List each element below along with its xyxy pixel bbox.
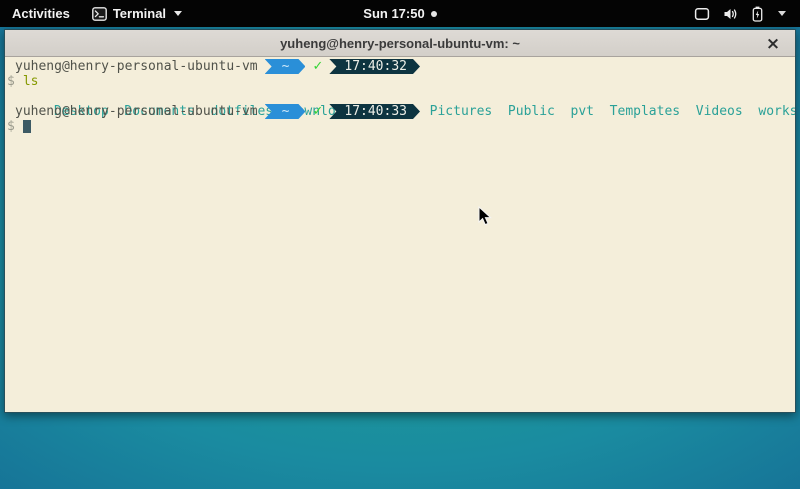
typed-command: ls	[23, 74, 39, 89]
status-check-icon: ✓	[312, 104, 323, 119]
prompt-time-segment: 17:40:33	[329, 104, 420, 119]
display-icon	[694, 7, 710, 21]
prompt-user-host: yuheng@henry-personal-ubuntu-vm	[7, 104, 258, 119]
system-tray-button[interactable]	[686, 0, 794, 27]
shell-prompt-symbol: $	[7, 74, 15, 89]
ls-output-line: Desktop Documents dotfiles Downloads Mus…	[7, 89, 793, 104]
app-menu-label: Terminal	[113, 6, 166, 21]
prompt-user-host: yuheng@henry-personal-ubuntu-vm	[7, 59, 258, 74]
terminal-window: yuheng@henry-personal-ubuntu-vm: ~ × yuh…	[4, 29, 796, 413]
notification-dot	[431, 11, 437, 17]
close-button[interactable]: ×	[761, 30, 785, 57]
prompt-time-segment: 17:40:32	[329, 59, 420, 74]
terminal-screen[interactable]: yuheng@henry-personal-ubuntu-vm ~ ✓ 17:4…	[5, 57, 795, 412]
prompt-line-1: yuheng@henry-personal-ubuntu-vm ~ ✓ 17:4…	[7, 59, 793, 74]
command-line: $ ls	[7, 74, 793, 89]
status-check-icon: ✓	[312, 59, 323, 74]
volume-icon	[723, 7, 739, 21]
top-bar: Activities Terminal Sun 17:50	[0, 0, 800, 27]
window-titlebar[interactable]: yuheng@henry-personal-ubuntu-vm: ~ ×	[5, 30, 795, 57]
shell-prompt-symbol: $	[7, 119, 15, 134]
window-title: yuheng@henry-personal-ubuntu-vm: ~	[280, 36, 520, 51]
clock-button[interactable]: Sun 17:50	[363, 6, 436, 21]
activities-button[interactable]: Activities	[0, 0, 82, 27]
battery-charging-icon	[752, 6, 763, 22]
app-menu-button[interactable]: Terminal	[82, 0, 192, 27]
chevron-down-icon	[174, 11, 182, 16]
text-cursor	[23, 120, 31, 133]
clock-label: Sun 17:50	[363, 6, 424, 21]
terminal-app-icon	[92, 7, 107, 21]
prompt-path-segment: ~	[265, 59, 306, 74]
input-line: $	[7, 119, 793, 134]
chevron-down-icon	[778, 11, 786, 16]
